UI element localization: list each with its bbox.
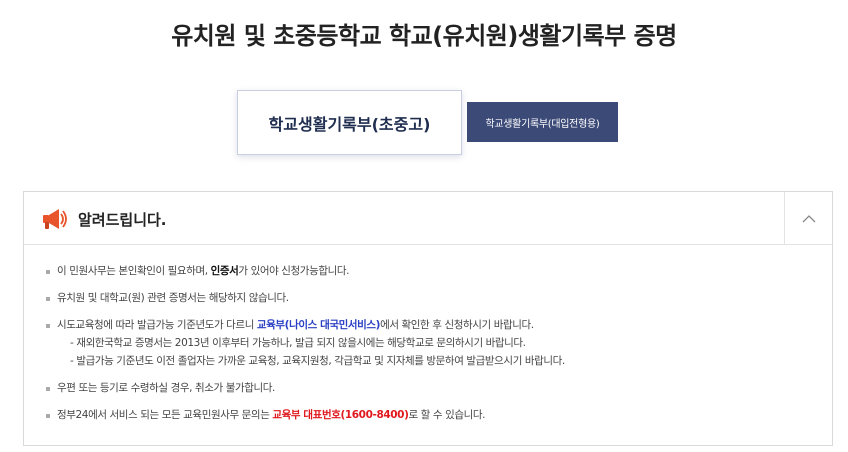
notice-item: 이 민원사무는 본인확인이 필요하며, 인증서가 있어야 신청가능합니다. bbox=[46, 263, 816, 280]
page-title: 유치원 및 초중등학교 학교(유치원)생활기록부 증명 bbox=[171, 22, 677, 50]
notice-item: 시도교육청에 따라 발급가능 기준년도가 다르니 교육부(나이스 대국민서비스)… bbox=[46, 317, 816, 370]
notice-header: 알려드립니다. bbox=[24, 192, 832, 245]
chevron-up-icon bbox=[802, 209, 816, 228]
notice-item: 유치원 및 대학교(원) 관련 증명서는 해당하지 않습니다. bbox=[46, 290, 816, 307]
tab-label: 학교생활기록부(초중고) bbox=[268, 114, 431, 134]
tab-school-record-college-admission[interactable]: 학교생활기록부(대입전형용) bbox=[467, 102, 618, 142]
notice-sub-item: - 재외한국학교 증명서는 2013년 이후부터 가능하나, 발급 되지 않을시… bbox=[70, 337, 526, 349]
megaphone-icon bbox=[42, 207, 68, 231]
highlight-phone-number: 교육부 대표번호(1600-8400) bbox=[272, 409, 409, 421]
notice-title: 알려드립니다. bbox=[78, 211, 167, 229]
notice-list: 이 민원사무는 본인확인이 필요하며, 인증서가 있어야 신청가능합니다. 유치… bbox=[46, 263, 816, 424]
notice-item: 정부24에서 서비스 되는 모든 교육민원사무 문의는 교육부 대표번호(160… bbox=[46, 407, 816, 424]
collapse-button[interactable] bbox=[784, 192, 832, 244]
notice-sub-item: - 발급가능 기준년도 이전 졸업자는 가까운 교육청, 교육지원청, 각급학교… bbox=[70, 355, 565, 367]
link-neis-service[interactable]: 교육부(나이스 대국민서비스) bbox=[257, 319, 381, 331]
notice-panel: 알려드립니다. 이 민원사무는 본인확인이 필요하며, 인증서가 있어야 신청가… bbox=[23, 191, 833, 446]
tab-label: 학교생활기록부(대입전형용) bbox=[485, 118, 600, 130]
highlight-certificate: 인증서 bbox=[210, 265, 239, 277]
tab-school-record-elementary-secondary[interactable]: 학교생활기록부(초중고) bbox=[237, 90, 462, 155]
notice-item: 우편 또는 등기로 수령하실 경우, 취소가 불가합니다. bbox=[46, 380, 816, 397]
